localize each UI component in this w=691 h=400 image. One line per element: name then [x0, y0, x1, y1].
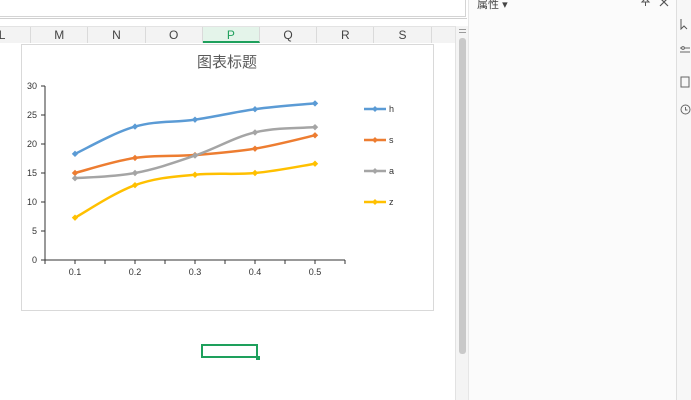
data-point-s — [251, 145, 259, 152]
legend-marker-a — [372, 168, 378, 174]
y-tick-label: 20 — [27, 139, 37, 149]
properties-panel: 属性 ▾ — [468, 0, 677, 400]
x-tick-label: 0.4 — [249, 267, 262, 277]
column-header-m[interactable]: M — [31, 27, 89, 43]
chart-title: 图表标题 — [197, 54, 257, 71]
close-icon[interactable] — [656, 0, 672, 10]
right-sidebar-rail — [676, 0, 691, 400]
fill-handle[interactable] — [256, 356, 260, 360]
legend-label-s: s — [389, 135, 394, 145]
data-point-a — [131, 169, 139, 177]
data-point-z — [251, 169, 259, 177]
column-header-p[interactable]: P — [202, 27, 260, 43]
legend-label-h: h — [389, 104, 394, 114]
y-tick-label: 25 — [27, 110, 37, 120]
data-point-s — [131, 154, 139, 162]
data-point-a — [251, 129, 259, 136]
y-tick-label: 15 — [27, 168, 37, 178]
column-header-q[interactable]: Q — [260, 27, 318, 43]
legend-marker-z — [372, 199, 378, 205]
x-tick-label: 0.1 — [69, 267, 82, 277]
x-tick-label: 0.3 — [189, 267, 202, 277]
data-point-h — [131, 123, 139, 130]
column-header-r[interactable]: R — [317, 27, 375, 43]
formula-input[interactable] — [0, 0, 466, 17]
vertical-scrollbar[interactable] — [455, 26, 469, 400]
chart-container[interactable]: 图表标题 0 5 10 15 20 25 30 0.1 0.2 0.3 0.4 0.5 h s a z — [21, 44, 434, 311]
data-point-z — [191, 171, 199, 178]
x-tick-label: 0.2 — [129, 267, 142, 277]
legend-label-z: z — [389, 197, 394, 207]
data-point-a — [191, 152, 199, 159]
column-header-l[interactable]: L — [0, 27, 32, 43]
legend-label-a: a — [389, 166, 394, 176]
data-point-h — [191, 116, 199, 123]
scrollbar-thumb[interactable] — [459, 38, 466, 354]
selected-cell[interactable] — [201, 344, 258, 358]
data-point-h — [251, 106, 259, 113]
adjust-icon[interactable] — [680, 46, 690, 56]
scroll-up-icon[interactable] — [459, 29, 466, 30]
x-tick-label: 0.5 — [309, 267, 322, 277]
column-header-o[interactable]: O — [146, 27, 203, 43]
legend-marker-s — [372, 137, 378, 143]
data-point-a — [311, 123, 319, 131]
cursor-icon[interactable] — [680, 18, 690, 31]
history-icon[interactable] — [680, 104, 691, 115]
line-chart: 图表标题 0 5 10 15 20 25 30 0.1 0.2 0.3 0.4 0.5 h s a z — [27, 54, 394, 277]
data-point-h — [311, 100, 319, 107]
data-point-z — [311, 160, 319, 167]
column-header-n[interactable]: N — [88, 27, 146, 43]
legend-marker-h — [372, 106, 378, 112]
data-point-z — [131, 181, 139, 189]
panel-title-label: 属性 — [477, 0, 499, 11]
column-header-s[interactable]: S — [374, 27, 432, 43]
chevron-down-icon: ▾ — [502, 0, 508, 11]
layout-icon[interactable] — [680, 76, 690, 88]
data-point-s — [311, 132, 319, 139]
scroll-up-icon-line — [459, 32, 466, 33]
data-point-a — [71, 175, 79, 182]
column-header-row: LMNOPQRS — [0, 26, 455, 44]
y-tick-label: 5 — [32, 226, 37, 236]
panel-title[interactable]: 属性 ▾ — [477, 0, 508, 12]
y-tick-label: 10 — [27, 197, 37, 207]
pin-icon[interactable] — [637, 0, 653, 10]
y-tick-label: 30 — [27, 81, 37, 91]
formula-bar — [0, 0, 467, 19]
y-tick-label: 0 — [32, 255, 37, 265]
